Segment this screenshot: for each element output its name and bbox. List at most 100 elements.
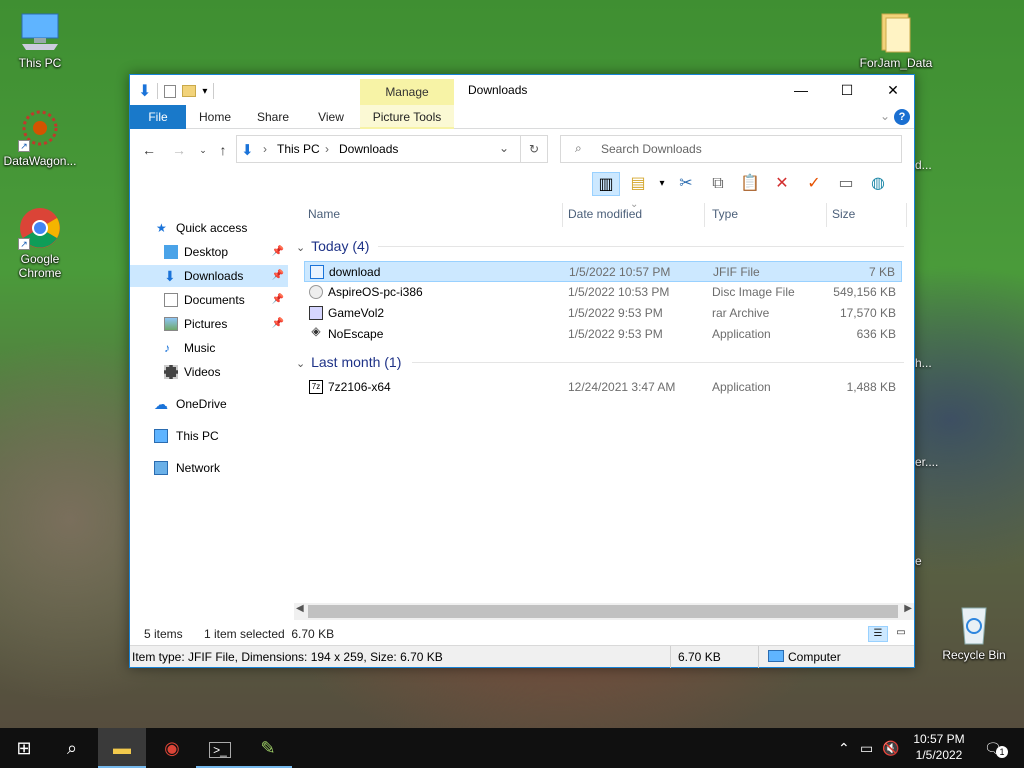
- help-icon[interactable]: ?: [894, 109, 910, 125]
- group-header-today[interactable]: ⌄ Today (4): [296, 235, 369, 257]
- desktop-icon-datawagon[interactable]: ↗ DataWagon...: [0, 108, 80, 168]
- pin-icon[interactable]: 📌: [272, 265, 284, 287]
- search-box[interactable]: ⌕ Search Downloads: [560, 135, 902, 163]
- taskbar-chrome[interactable]: ◉: [148, 728, 196, 768]
- taskbar-file-explorer[interactable]: ▬: [98, 728, 146, 768]
- network-tray-icon[interactable]: ▭: [860, 728, 873, 768]
- scrollbar-thumb[interactable]: [308, 605, 898, 618]
- pin-icon[interactable]: 📌: [272, 241, 284, 263]
- table-row[interactable]: 7z 7z2106-x64 12/24/2021 3:47 AM Applica…: [304, 377, 902, 398]
- up-arrow-icon[interactable]: ↑: [214, 141, 232, 159]
- rename-icon[interactable]: ▭: [832, 172, 860, 196]
- column-separator[interactable]: [562, 203, 563, 227]
- selection-info: 1 item selected 6.70 KB: [204, 627, 335, 641]
- desktop-icon-forjam-data[interactable]: ForJam_Data: [856, 10, 936, 70]
- column-header-date-modified[interactable]: Date modified: [568, 207, 642, 221]
- taskbar-terminal[interactable]: >_: [196, 728, 244, 768]
- expand-ribbon-icon[interactable]: ⌄: [880, 109, 890, 123]
- column-separator[interactable]: [826, 203, 827, 227]
- copy-icon[interactable]: ⧉: [704, 172, 732, 196]
- cut-icon[interactable]: ✂: [672, 172, 700, 196]
- monitor-icon: [18, 10, 62, 54]
- pin-icon[interactable]: 📌: [272, 313, 284, 335]
- table-row[interactable]: download 1/5/2022 10:57 PM JFIF File 7 K…: [304, 261, 902, 282]
- forward-arrow-icon[interactable]: →: [170, 141, 188, 159]
- details-view-icon[interactable]: ☰: [868, 626, 888, 642]
- unity-app-icon: ◈: [311, 324, 321, 338]
- nav-label: Quick access: [176, 221, 248, 235]
- tab-picture-tools[interactable]: Picture Tools: [360, 105, 454, 129]
- tab-file[interactable]: File: [130, 105, 186, 129]
- maximize-button[interactable]: ☐: [824, 75, 870, 105]
- taskbar-notepad[interactable]: ✎: [244, 728, 292, 768]
- nav-quick-access[interactable]: ★ Quick access: [130, 217, 288, 239]
- table-row[interactable]: AspireOS-pc-i386 1/5/2022 10:53 PM Disc …: [304, 282, 902, 303]
- volume-muted-icon[interactable]: 🔇: [882, 728, 899, 768]
- group-divider: [412, 362, 904, 363]
- separator: [157, 83, 159, 99]
- desktop-icon-recycle-bin[interactable]: Recycle Bin: [934, 602, 1014, 662]
- column-separator[interactable]: [906, 203, 907, 227]
- nav-pictures[interactable]: Pictures 📌: [130, 313, 288, 335]
- tab-home[interactable]: Home: [190, 105, 240, 129]
- group-header-last-month[interactable]: ⌄ Last month (1): [296, 351, 401, 373]
- close-button[interactable]: ✕: [870, 75, 916, 105]
- nav-videos[interactable]: Videos: [130, 361, 288, 383]
- refresh-button[interactable]: ↻: [520, 135, 548, 163]
- paste-icon[interactable]: 📋: [736, 172, 764, 196]
- show-hidden-icons-icon[interactable]: ⌃: [838, 728, 850, 768]
- nav-documents[interactable]: Documents 📌: [130, 289, 288, 311]
- column-header-name[interactable]: Name: [308, 207, 340, 221]
- desktop-icon-this-pc[interactable]: This PC: [0, 10, 80, 70]
- search-button[interactable]: ⌕: [48, 728, 96, 768]
- file-size: 1,488 KB: [846, 380, 896, 394]
- nav-label: OneDrive: [176, 397, 227, 411]
- minimize-button[interactable]: —: [778, 75, 824, 105]
- preview-pane-icon[interactable]: ▥: [592, 172, 620, 196]
- tab-share[interactable]: Share: [248, 105, 298, 129]
- tab-view[interactable]: View: [306, 105, 356, 129]
- start-button[interactable]: ⊞: [0, 728, 48, 768]
- nav-onedrive[interactable]: ☁ OneDrive: [130, 393, 288, 415]
- downloads-icon: ⬇: [164, 268, 176, 284]
- nav-music[interactable]: ♪ Music: [130, 337, 288, 359]
- breadcrumb-downloads[interactable]: Downloads: [339, 142, 398, 156]
- recent-locations-icon[interactable]: ⌄: [194, 141, 212, 159]
- nav-label: Videos: [184, 365, 221, 379]
- documents-icon: [164, 293, 178, 307]
- delete-icon[interactable]: ✕: [768, 172, 796, 196]
- scroll-right-icon[interactable]: ▶: [904, 603, 912, 614]
- horizontal-scrollbar[interactable]: ◀ ▶: [294, 603, 914, 620]
- pin-icon[interactable]: 📌: [272, 289, 284, 311]
- group-label: Last month (1): [311, 354, 402, 370]
- large-icons-view-icon[interactable]: ▭: [892, 626, 910, 642]
- checkmark-icon[interactable]: ✓: [800, 172, 828, 196]
- ribbon-tabs: File Home Share View Picture Tools ⌄ ?: [130, 105, 914, 129]
- address-bar[interactable]: ⬇ › This PC › Downloads ⌄: [236, 135, 548, 163]
- clock[interactable]: 10:57 PM 1/5/2022: [906, 731, 972, 763]
- nav-this-pc[interactable]: This PC: [130, 425, 288, 447]
- breadcrumb-this-pc[interactable]: This PC: [277, 142, 320, 156]
- scroll-left-icon[interactable]: ◀: [296, 603, 304, 614]
- file-type: rar Archive: [712, 306, 770, 320]
- address-dropdown-icon[interactable]: ⌄: [499, 141, 509, 155]
- dropdown-icon[interactable]: ▾: [656, 172, 668, 196]
- nav-network[interactable]: Network: [130, 457, 288, 479]
- table-row[interactable]: GameVol2 1/5/2022 9:53 PM rar Archive 17…: [304, 303, 902, 324]
- properties-icon[interactable]: [164, 84, 177, 98]
- open-folder-icon[interactable]: ▤: [624, 172, 652, 196]
- nav-desktop[interactable]: Desktop 📌: [130, 241, 288, 263]
- column-header-type[interactable]: Type: [712, 207, 738, 221]
- table-row[interactable]: ◈ NoEscape 1/5/2022 9:53 PM Application …: [304, 324, 902, 345]
- column-header-size[interactable]: Size: [832, 207, 855, 221]
- column-separator[interactable]: [704, 203, 705, 227]
- globe-icon[interactable]: ◍: [864, 172, 892, 196]
- file-type: Application: [712, 380, 771, 394]
- desktop-icon-chrome[interactable]: ↗ Google Chrome: [0, 206, 80, 280]
- back-arrow-icon[interactable]: ←: [140, 141, 158, 159]
- customize-toolbar-icon[interactable]: ▾: [202, 86, 207, 97]
- nav-downloads[interactable]: ⬇ Downloads 📌: [130, 265, 288, 287]
- file-type: Disc Image File: [712, 285, 795, 299]
- search-placeholder: Search Downloads: [601, 142, 702, 156]
- new-folder-icon[interactable]: [182, 85, 197, 97]
